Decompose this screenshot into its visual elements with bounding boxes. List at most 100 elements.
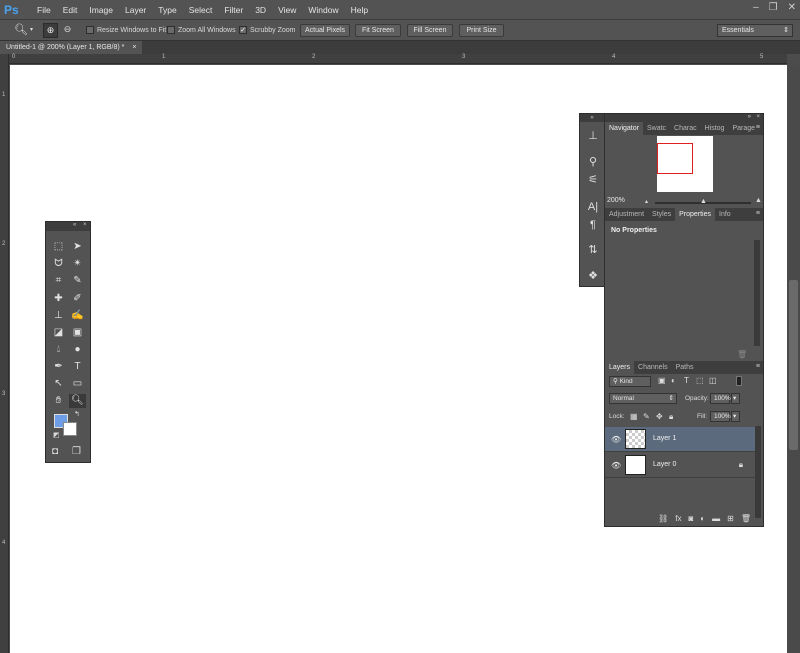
clone-stamp-tool-icon[interactable]: ⊥ xyxy=(50,309,67,323)
zoom-tool-icon[interactable]: 🔍︎ xyxy=(69,394,86,408)
scrollbar-thumb[interactable] xyxy=(789,280,798,450)
type-tool-icon[interactable]: T xyxy=(69,360,86,374)
tools-panel-header[interactable]: « × xyxy=(46,222,90,231)
swap-colors-icon[interactable]: ↰ xyxy=(74,410,80,418)
menu-3d[interactable]: 3D xyxy=(249,0,272,20)
default-colors-icon[interactable]: ◩ xyxy=(53,431,60,439)
new-layer-icon[interactable]: ⊞ xyxy=(727,514,734,526)
lock-transparency-icon[interactable]: ▦ xyxy=(630,412,638,421)
zoom-out-mountain-icon[interactable]: ▴ xyxy=(645,198,648,205)
lasso-tool-icon[interactable]: ᗢ xyxy=(50,257,67,271)
history-panel-icon[interactable]: ⊥ xyxy=(585,128,601,144)
menu-edit[interactable]: Edit xyxy=(57,0,84,20)
resize-windows-checkbox[interactable]: Resize Windows to Fit xyxy=(86,26,166,34)
crop-tool-icon[interactable]: ⌗ xyxy=(50,274,67,288)
horizontal-ruler[interactable]: 0 1 2 3 4 5 xyxy=(9,54,787,64)
menu-type[interactable]: Type xyxy=(152,0,182,20)
brush-presets-panel-icon[interactable]: ⚟ xyxy=(585,172,601,188)
tab-swatches[interactable]: Swatc xyxy=(643,122,670,135)
tab-styles[interactable]: Styles xyxy=(648,208,675,221)
menu-help[interactable]: Help xyxy=(345,0,374,20)
menu-window[interactable]: Window xyxy=(302,0,344,20)
visibility-eye-icon[interactable]: 👁︎ xyxy=(611,461,621,470)
layer-filter-select[interactable]: ⚲ Kind xyxy=(609,376,651,387)
delete-layer-icon[interactable]: 🗑︎ xyxy=(741,514,751,526)
brush-tool-icon[interactable]: ✐ xyxy=(69,292,86,306)
zoom-tool-icon[interactable]: 🔍︎ xyxy=(14,23,28,36)
gradient-tool-icon[interactable]: ▣ xyxy=(69,326,86,340)
close-icon[interactable]: × xyxy=(83,222,87,228)
smart-object-filter-icon[interactable]: ◫ xyxy=(709,376,717,385)
scrubby-zoom-box[interactable]: ✓ xyxy=(239,26,247,34)
workspace-select[interactable]: Essentials ⇕ xyxy=(717,24,793,37)
menu-layer[interactable]: Layer xyxy=(119,0,152,20)
tab-paragraph[interactable]: Parage xyxy=(728,122,759,135)
layer-row[interactable]: 👁︎ Layer 1 xyxy=(605,427,755,452)
fill-input[interactable]: 100% xyxy=(710,411,731,422)
blur-tool-icon[interactable]: 💧︎ xyxy=(50,343,67,357)
tab-layers[interactable]: Layers xyxy=(605,361,635,374)
new-adjustment-icon[interactable]: ◐ xyxy=(700,514,705,526)
document-tab[interactable]: Untitled-1 @ 200% (Layer 1, RGB/8) * × xyxy=(0,41,143,54)
rectangle-tool-icon[interactable]: ▭ xyxy=(69,377,86,391)
eyedropper-tool-icon[interactable]: ✎ xyxy=(69,274,86,288)
tool-presets-panel-icon[interactable]: ⇅ xyxy=(585,242,601,258)
visibility-eye-icon[interactable]: 👁︎ xyxy=(611,435,621,444)
panel-menu-icon[interactable]: ≡ xyxy=(756,363,760,370)
layers-scrollbar[interactable] xyxy=(755,426,761,518)
navigator-zoom-value[interactable]: 200% xyxy=(607,197,625,204)
zoom-in-icon[interactable]: ⊕ xyxy=(43,23,58,38)
add-mask-icon[interactable]: ◙ xyxy=(688,514,693,526)
3d-panel-icon[interactable]: ❖ xyxy=(585,268,601,284)
tool-preset-dropdown-icon[interactable]: ▾ xyxy=(30,26,33,33)
vertical-ruler[interactable]: 1 2 3 4 xyxy=(0,54,9,653)
lock-all-icon[interactable]: 🔒︎ xyxy=(669,412,673,422)
magic-wand-tool-icon[interactable]: ✴ xyxy=(69,257,86,271)
tab-character[interactable]: Charac xyxy=(670,122,701,135)
zoom-all-windows-box[interactable] xyxy=(167,26,175,34)
brush-panel-icon[interactable]: ⚲ xyxy=(585,154,601,170)
trash-icon[interactable]: 🗑︎ xyxy=(737,350,747,359)
resize-windows-box[interactable] xyxy=(86,26,94,34)
menu-select[interactable]: Select xyxy=(183,0,219,20)
layer-name[interactable]: Layer 0 xyxy=(653,461,676,468)
layer-row[interactable]: 👁︎ Layer 0 🔒︎ xyxy=(605,453,755,478)
slider-handle-icon[interactable]: ▲ xyxy=(700,198,707,205)
tab-paths[interactable]: Paths xyxy=(672,361,698,374)
fx-icon[interactable]: fx xyxy=(675,514,681,526)
eraser-tool-icon[interactable]: ◪ xyxy=(50,326,67,340)
quick-mask-icon[interactable]: ◘ xyxy=(52,446,58,457)
restore-icon[interactable]: ❐ xyxy=(769,2,778,13)
link-layers-icon[interactable]: ⛓ xyxy=(658,514,668,526)
zoom-in-mountain-icon[interactable]: ▲ xyxy=(755,197,762,204)
pixel-filter-icon[interactable]: ▣ xyxy=(658,376,666,385)
properties-scrollbar[interactable] xyxy=(754,240,760,346)
panel-menu-icon[interactable]: ≡ xyxy=(756,210,760,217)
fill-screen-button[interactable]: Fill Screen xyxy=(407,24,453,37)
dock-header[interactable]: » × xyxy=(605,114,763,122)
tab-histogram[interactable]: Histog xyxy=(701,122,729,135)
layer-name[interactable]: Layer 1 xyxy=(653,435,676,442)
fill-dropdown-icon[interactable]: ▾ xyxy=(731,411,740,422)
healing-tool-icon[interactable]: ✚ xyxy=(50,292,67,306)
tab-adjustments[interactable]: Adjustment xyxy=(605,208,648,221)
tab-info[interactable]: Info xyxy=(715,208,735,221)
type-filter-icon[interactable]: T xyxy=(684,376,689,385)
tab-navigator[interactable]: Navigator xyxy=(605,122,643,135)
panel-menu-icon[interactable]: ≡ xyxy=(756,124,760,131)
filter-toggle-switch[interactable] xyxy=(736,376,742,386)
adjustment-filter-icon[interactable]: ◐ xyxy=(671,376,676,385)
menu-image[interactable]: Image xyxy=(83,0,119,20)
menu-view[interactable]: View xyxy=(272,0,302,20)
path-selection-tool-icon[interactable]: ↖ xyxy=(50,377,67,391)
character-panel-icon[interactable]: A| xyxy=(585,199,601,215)
dodge-tool-icon[interactable]: ● xyxy=(69,343,86,357)
actual-pixels-button[interactable]: Actual Pixels xyxy=(300,24,350,37)
opacity-input[interactable]: 100% xyxy=(710,393,731,404)
menu-file[interactable]: File xyxy=(31,0,57,20)
tab-properties[interactable]: Properties xyxy=(675,208,715,221)
zoom-out-icon[interactable]: ⊖ xyxy=(60,23,75,38)
paragraph-panel-icon[interactable]: ¶ xyxy=(585,217,601,233)
lock-pixels-icon[interactable]: ✎ xyxy=(643,412,650,421)
collapse-icon[interactable]: » xyxy=(748,114,751,120)
